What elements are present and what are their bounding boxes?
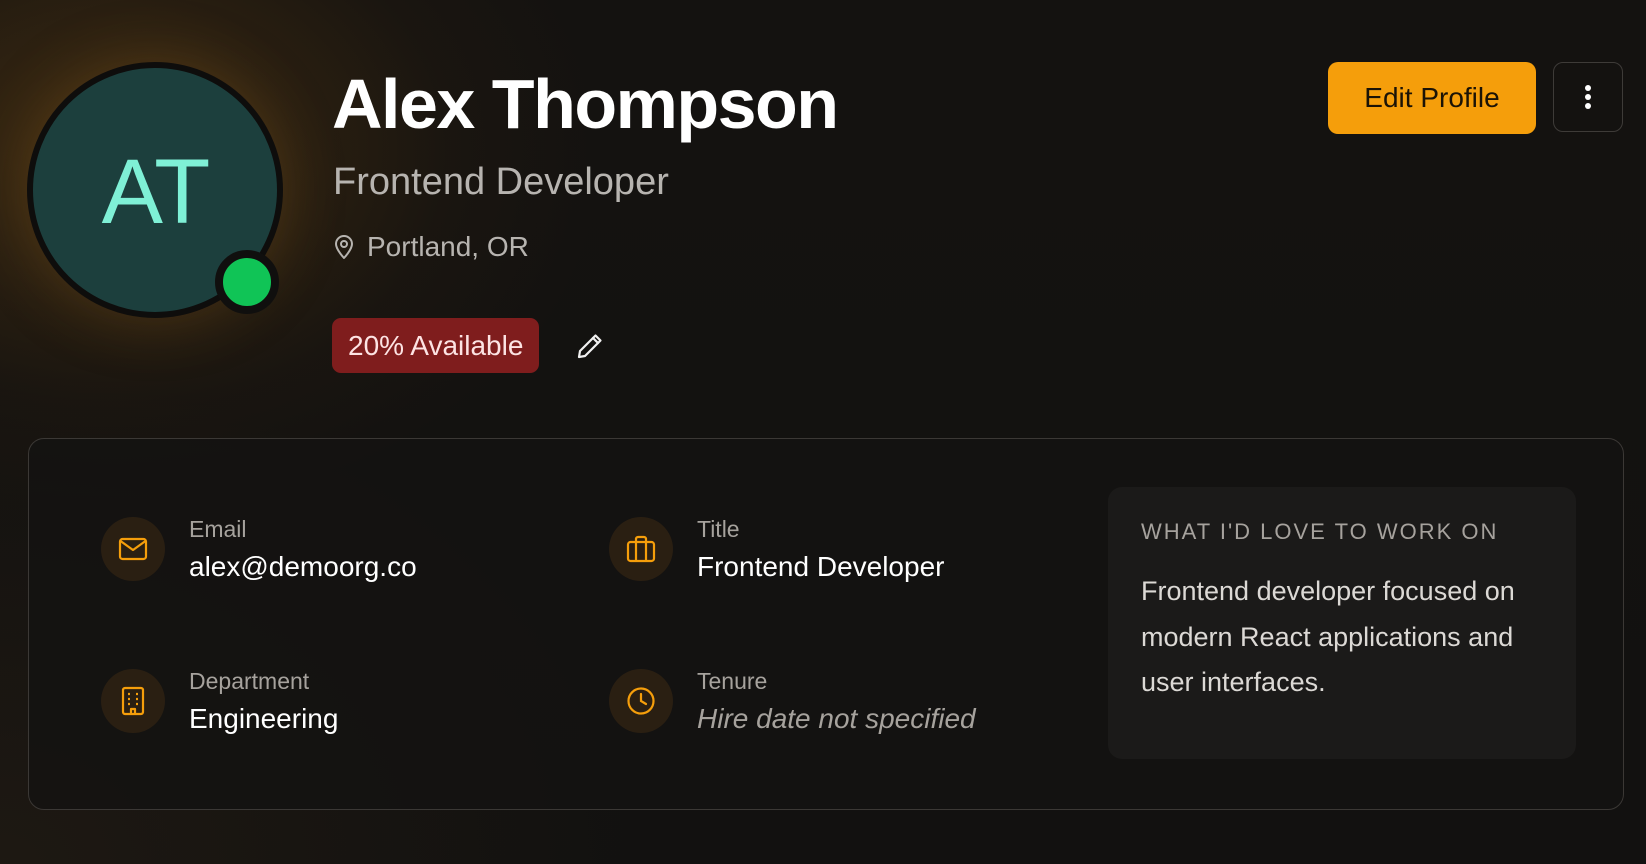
tenure-value: Hire date not specified xyxy=(697,702,976,734)
title-value: Frontend Developer xyxy=(697,550,945,582)
profile-location: Portland, OR xyxy=(333,231,529,263)
title-label: Title xyxy=(697,516,740,542)
building-icon xyxy=(101,669,165,733)
title-field: Title Frontend Developer xyxy=(609,516,945,585)
interests-panel: WHAT I'D LOVE TO WORK ON Frontend develo… xyxy=(1108,487,1576,759)
interests-body: Frontend developer focused on modern Rea… xyxy=(1141,576,1515,698)
pencil-icon xyxy=(577,334,602,359)
avatar: AT xyxy=(27,62,283,318)
email-label: Email xyxy=(189,516,247,542)
online-status-indicator xyxy=(215,250,279,314)
department-field: Department Engineering xyxy=(101,668,339,737)
profile-name: Alex Thompson xyxy=(332,65,839,143)
mail-icon xyxy=(101,517,165,581)
interests-heading: WHAT I'D LOVE TO WORK ON xyxy=(1141,519,1499,544)
briefcase-icon xyxy=(609,517,673,581)
more-options-button[interactable] xyxy=(1553,62,1623,132)
profile-role: Frontend Developer xyxy=(333,161,669,203)
email-field: Email alex@demoorg.co xyxy=(101,516,417,585)
more-vertical-icon xyxy=(1585,85,1591,109)
avatar-initials: AT xyxy=(101,140,211,243)
profile-page: AT Alex Thompson Frontend Developer Port… xyxy=(0,0,1646,864)
profile-details-card: Email alex@demoorg.co Title Frontend Dev… xyxy=(28,438,1624,810)
clock-icon xyxy=(609,669,673,733)
tenure-field: Tenure Hire date not specified xyxy=(609,668,976,737)
location-text: Portland, OR xyxy=(367,231,529,262)
edit-availability-button[interactable] xyxy=(572,328,608,364)
tenure-label: Tenure xyxy=(697,668,768,694)
availability-badge: 20% Available xyxy=(332,318,540,373)
department-label: Department xyxy=(189,668,310,694)
department-value: Engineering xyxy=(189,702,339,734)
edit-profile-button[interactable]: Edit Profile xyxy=(1328,62,1536,134)
map-pin-icon xyxy=(333,234,355,260)
email-value: alex@demoorg.co xyxy=(189,550,417,582)
